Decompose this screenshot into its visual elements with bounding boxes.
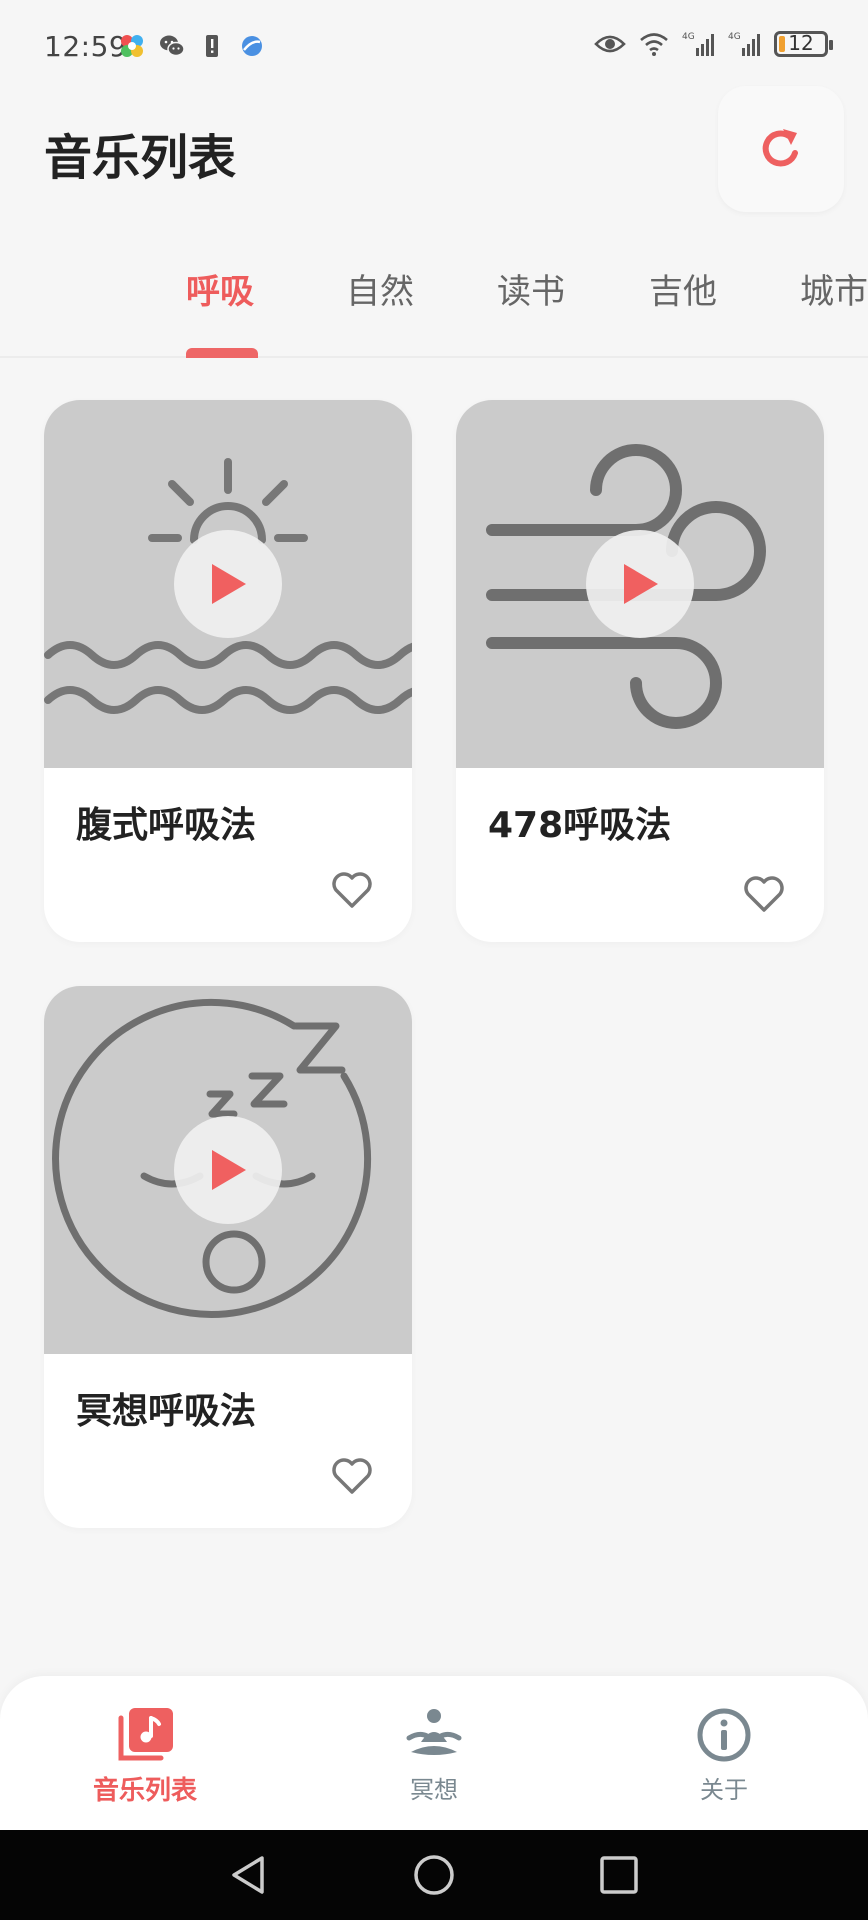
tab-guitar[interactable]: 吉他 xyxy=(649,264,717,313)
nav-label: 音乐列表 xyxy=(92,1776,197,1806)
music-library-icon xyxy=(118,1708,173,1761)
track-title: 腹式呼吸法 xyxy=(76,805,257,846)
play-button[interactable] xyxy=(586,530,694,638)
play-icon xyxy=(212,564,246,604)
track-cover xyxy=(44,400,412,768)
tab-indicator xyxy=(186,348,258,358)
heart-icon[interactable] xyxy=(742,874,786,914)
signal-4g-icon: 4G xyxy=(728,32,760,56)
svg-text:4G: 4G xyxy=(728,32,741,42)
svg-text:4G: 4G xyxy=(682,32,695,42)
play-button[interactable] xyxy=(174,530,282,638)
tab-city[interactable]: 城市 xyxy=(800,264,868,313)
track-cover xyxy=(456,400,824,768)
wechat-icon xyxy=(160,35,185,57)
heart-icon[interactable] xyxy=(330,870,374,910)
nav-music-list[interactable]: 音乐列表 xyxy=(75,1706,215,1807)
page-title: 音乐列表 xyxy=(44,130,237,186)
notification-alert-icon xyxy=(206,35,218,57)
eye-icon xyxy=(594,35,626,53)
wifi-icon xyxy=(640,33,668,56)
status-left-icons xyxy=(118,32,266,60)
tab-nature[interactable]: 自然 xyxy=(346,264,414,313)
bottom-navigation: 音乐列表 冥想 关于 xyxy=(0,1676,868,1830)
nav-label: 冥想 xyxy=(410,1776,458,1804)
status-right-icons: 4G 4G 12 xyxy=(594,30,833,58)
play-icon xyxy=(624,564,658,604)
category-tabs: 呼吸 自然 读书 吉他 城市 xyxy=(0,250,868,358)
tab-reading[interactable]: 读书 xyxy=(497,264,565,313)
status-bar: 12:59 4G 4G 12 xyxy=(0,0,868,96)
play-button[interactable] xyxy=(174,1116,282,1224)
track-card[interactable]: 478呼吸法 xyxy=(456,400,824,942)
status-time: 12:59 xyxy=(44,30,128,63)
back-icon[interactable] xyxy=(226,1852,272,1898)
track-title: 478呼吸法 xyxy=(488,805,672,846)
track-title: 冥想呼吸法 xyxy=(76,1391,257,1432)
nav-about[interactable]: 关于 xyxy=(654,1706,794,1805)
refresh-icon xyxy=(762,129,798,167)
pinwheel-app-icon xyxy=(121,35,143,57)
battery-percent: 12 xyxy=(788,31,814,55)
track-card[interactable]: 冥想呼吸法 xyxy=(44,986,412,1528)
play-icon xyxy=(212,1150,246,1190)
track-card[interactable]: 腹式呼吸法 xyxy=(44,400,412,942)
track-cover xyxy=(44,986,412,1354)
tab-breathing[interactable]: 呼吸 xyxy=(186,264,254,313)
signal-4g-icon: 4G xyxy=(682,32,714,56)
info-icon xyxy=(697,1708,751,1762)
recents-icon[interactable] xyxy=(596,1852,642,1898)
home-icon[interactable] xyxy=(411,1852,457,1898)
meditation-icon xyxy=(406,1709,462,1755)
nav-label: 关于 xyxy=(700,1776,748,1804)
refresh-button[interactable] xyxy=(718,86,844,212)
nav-meditation[interactable]: 冥想 xyxy=(364,1706,504,1805)
battery-indicator: 12 xyxy=(774,31,833,57)
system-navigation-bar xyxy=(0,1830,868,1920)
heart-icon[interactable] xyxy=(330,1456,374,1496)
browser-icon xyxy=(242,36,262,56)
